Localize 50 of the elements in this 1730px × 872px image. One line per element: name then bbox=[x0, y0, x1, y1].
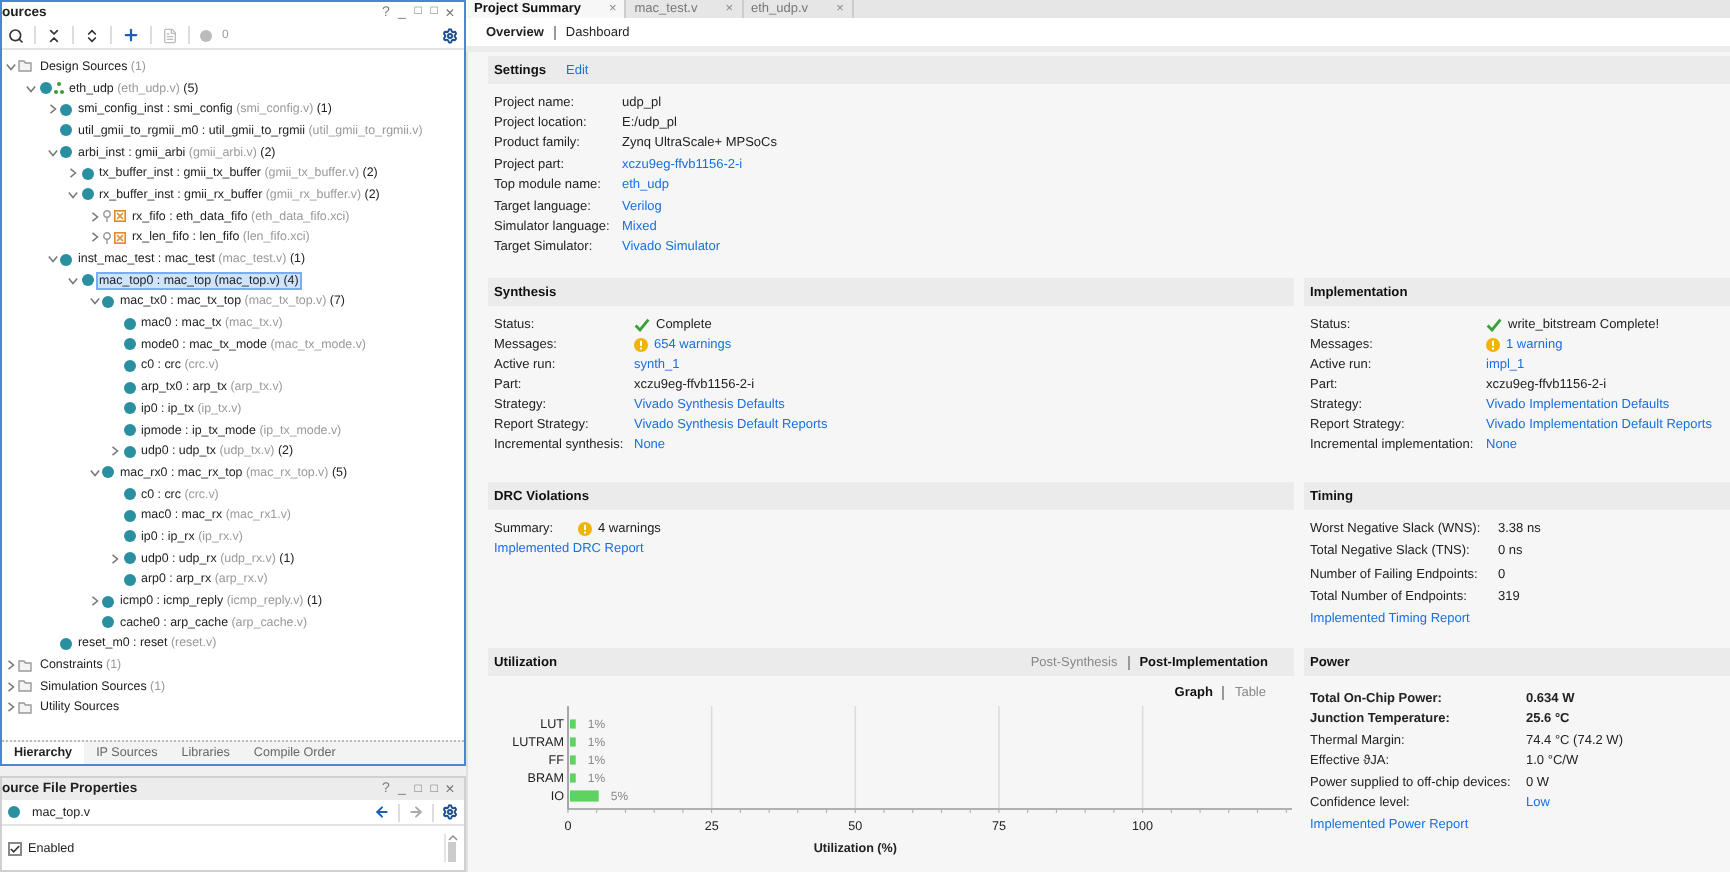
back-icon[interactable] bbox=[374, 804, 390, 821]
caret-icon[interactable] bbox=[86, 229, 102, 246]
scroll-up-icon[interactable] bbox=[447, 834, 457, 842]
folder-icon bbox=[18, 60, 32, 73]
caret-icon[interactable] bbox=[2, 699, 18, 716]
caret-icon[interactable] bbox=[44, 144, 60, 161]
caret-icon[interactable] bbox=[44, 251, 60, 268]
ip-core-icon bbox=[114, 231, 126, 244]
expand-all-icon[interactable] bbox=[84, 27, 100, 43]
warning-icon bbox=[1486, 337, 1500, 352]
caret-icon[interactable] bbox=[2, 657, 18, 674]
close-button[interactable]: × bbox=[442, 780, 458, 799]
file-icon bbox=[8, 806, 20, 819]
ip-core-icon bbox=[114, 210, 126, 223]
pin-icon bbox=[102, 231, 112, 244]
caret-icon[interactable] bbox=[65, 186, 81, 203]
caret-icon[interactable] bbox=[65, 272, 81, 289]
bar bbox=[570, 773, 576, 783]
settings-icon[interactable] bbox=[442, 27, 458, 43]
caret-icon[interactable] bbox=[86, 293, 102, 310]
bar bbox=[570, 790, 599, 802]
checkbox[interactable] bbox=[8, 841, 22, 855]
add-icon[interactable] bbox=[122, 26, 140, 44]
caret-icon[interactable] bbox=[86, 593, 102, 610]
caret-icon[interactable] bbox=[23, 80, 39, 97]
pin-icon bbox=[102, 210, 112, 223]
check-icon bbox=[634, 317, 650, 332]
caret-icon[interactable] bbox=[86, 208, 102, 225]
bar bbox=[570, 719, 576, 729]
close-button[interactable]: × bbox=[442, 3, 458, 21]
warning-icon bbox=[578, 521, 592, 536]
warning-icon bbox=[634, 337, 648, 352]
caret-icon[interactable] bbox=[107, 443, 123, 460]
module-icon bbox=[60, 637, 72, 650]
caret-icon[interactable] bbox=[44, 101, 60, 118]
settings-icon[interactable] bbox=[442, 804, 458, 821]
status-dot-icon bbox=[200, 29, 212, 41]
caret-icon[interactable] bbox=[86, 464, 102, 481]
collapse-all-icon[interactable] bbox=[46, 27, 62, 43]
forward-icon[interactable] bbox=[408, 804, 424, 821]
caret-icon[interactable] bbox=[2, 678, 18, 695]
hierarchy-icon bbox=[53, 82, 63, 95]
search-icon[interactable] bbox=[8, 27, 24, 43]
bar bbox=[570, 755, 576, 765]
caret-icon[interactable] bbox=[107, 550, 123, 567]
caret-icon[interactable] bbox=[65, 165, 81, 182]
check-icon bbox=[1486, 317, 1502, 332]
scrollbar[interactable] bbox=[444, 834, 458, 862]
bar bbox=[570, 737, 576, 747]
caret-icon[interactable] bbox=[2, 58, 18, 75]
